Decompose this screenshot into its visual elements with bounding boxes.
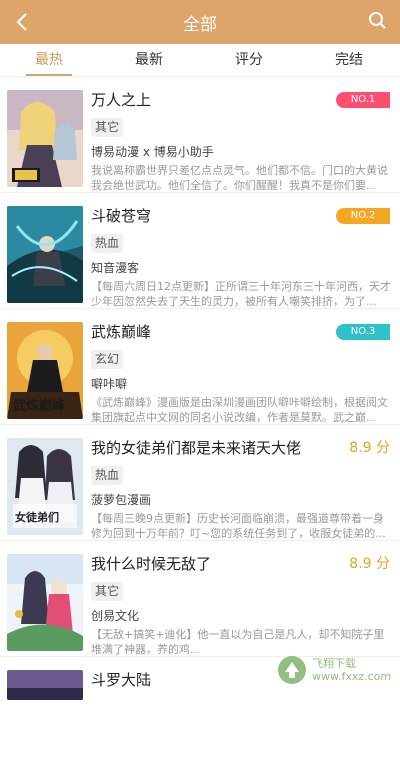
page-title: 全部 bbox=[183, 14, 217, 35]
tab-newest[interactable]: 最新 bbox=[104, 44, 194, 76]
svg-text:女徒弟们: 女徒弟们 bbox=[15, 510, 59, 524]
watermark-logo-icon bbox=[278, 656, 306, 684]
comic-description: 《武炼巅峰》漫画版是由深圳漫画团队噼咔噼绘制，根据阅文集团旗起点中文网的同名小说… bbox=[91, 396, 388, 424]
comic-author: 创易文化 bbox=[91, 609, 140, 623]
comic-title: 武炼巅峰 bbox=[91, 323, 152, 341]
comic-cover: 武炼巅峰 bbox=[7, 322, 83, 419]
tab-label: 评分 bbox=[235, 52, 263, 68]
comic-author: 知音漫客 bbox=[91, 261, 140, 275]
comic-author: 博易动漫 x 博易小助手 bbox=[91, 145, 214, 159]
comic-cover bbox=[7, 554, 83, 651]
svg-text:武炼巅峰: 武炼巅峰 bbox=[13, 398, 66, 414]
comic-author: 菠萝包漫画 bbox=[91, 493, 152, 507]
comic-description: 我说离称霸世界只差亿点点灵气。他们都不信。门口的大黄说我会绝世武功。他们全信了。… bbox=[91, 164, 388, 192]
active-tab-indicator bbox=[26, 74, 72, 76]
list-item[interactable]: 我什么时候无敌了 8.9 分 其它 创易文化 【无敌+搞笑+迪化】他一直以为自己… bbox=[0, 541, 400, 657]
comic-title: 斗罗大陆 bbox=[91, 671, 152, 689]
comic-cover: 女徒弟们 bbox=[7, 438, 83, 535]
site-watermark: 飞翔下载 www.fxxz.com bbox=[276, 649, 394, 691]
watermark-name: 飞翔下载 bbox=[312, 657, 356, 670]
genre-tag: 热血 bbox=[91, 234, 124, 253]
sort-tabs: 最热 最新 评分 完结 bbox=[0, 44, 400, 77]
rating-score: 8.9 分 bbox=[349, 556, 390, 572]
rank-badge: NO.3 bbox=[336, 324, 390, 340]
genre-tag: 热血 bbox=[91, 466, 124, 485]
rank-badge: NO.2 bbox=[336, 208, 390, 224]
genre-tag: 其它 bbox=[91, 582, 124, 601]
comic-list: 万人之上 NO.1 其它 博易动漫 x 博易小助手 我说离称霸世界只差亿点点灵气… bbox=[0, 77, 400, 700]
comic-title: 万人之上 bbox=[91, 91, 152, 109]
list-item[interactable]: 斗破苍穹 NO.2 热血 知音漫客 【每周六周日12点更新】正所谓三十年河东三十… bbox=[0, 193, 400, 309]
genre-tag: 其它 bbox=[91, 118, 124, 137]
comic-title: 我什么时候无敌了 bbox=[91, 555, 212, 573]
comic-title: 我的女徒弟们都是未来诸天大佬 bbox=[91, 439, 302, 457]
watermark-url: www.fxxz.com bbox=[312, 670, 392, 683]
comic-title: 斗破苍穹 bbox=[91, 207, 152, 225]
tab-label: 最热 bbox=[35, 52, 63, 68]
comic-author: 噼咔噼 bbox=[91, 377, 128, 391]
comic-description: 【每周六周日12点更新】正所谓三十年河东三十年河西，天才少年因忽然失去了天生的灵… bbox=[91, 280, 391, 308]
list-item[interactable]: 武炼巅峰 武炼巅峰 NO.3 玄幻 噼咔噼 《武炼巅峰》漫画版是由深圳漫画团队噼… bbox=[0, 309, 400, 425]
top-bar: 全部 bbox=[0, 0, 400, 44]
genre-tag: 玄幻 bbox=[91, 350, 124, 369]
back-arrow-icon[interactable] bbox=[10, 8, 36, 36]
comic-cover bbox=[7, 90, 83, 187]
tab-label: 最新 bbox=[135, 52, 163, 68]
comic-cover bbox=[7, 206, 83, 303]
comic-cover bbox=[7, 670, 83, 700]
search-icon[interactable] bbox=[366, 9, 390, 33]
tab-rating[interactable]: 评分 bbox=[204, 44, 294, 76]
rank-badge: NO.1 bbox=[336, 92, 390, 108]
tab-label: 完结 bbox=[335, 52, 363, 68]
rating-score: 8.9 分 bbox=[349, 440, 390, 456]
tab-completed[interactable]: 完结 bbox=[304, 44, 394, 76]
comic-description: 【每周三晚9点更新】历史长河面临崩溃，最强道尊带着一身修为回到十万年前？叮~您的… bbox=[91, 512, 386, 540]
list-item[interactable]: 女徒弟们 我的女徒弟们都是未来诸天大佬 8.9 分 热血 菠萝包漫画 【每周三晚… bbox=[0, 425, 400, 541]
list-item[interactable]: 万人之上 NO.1 其它 博易动漫 x 博易小助手 我说离称霸世界只差亿点点灵气… bbox=[0, 77, 400, 193]
tab-hottest[interactable]: 最热 bbox=[4, 44, 94, 76]
